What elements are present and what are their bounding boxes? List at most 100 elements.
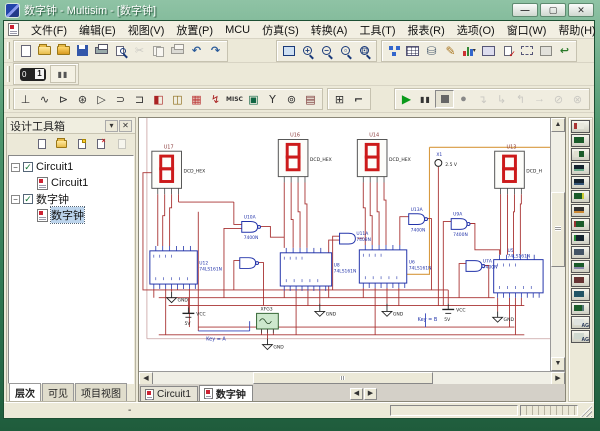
zoom-fit-icon[interactable]: ⊡: [355, 42, 374, 60]
spectrum-analyzer-icon[interactable]: [571, 288, 590, 301]
function-generator-xfg3[interactable]: XFG3: [257, 306, 279, 332]
horizontal-scroll-thumb[interactable]: [253, 372, 433, 384]
gate-unlabeled[interactable]: [240, 258, 259, 269]
tab-label[interactable]: 数字钟: [216, 386, 246, 401]
analog-group-icon[interactable]: ▷: [92, 90, 111, 108]
advanced-peripherals-group-icon[interactable]: ▣: [244, 90, 263, 108]
ic-u8[interactable]: U8 74LS161N: [280, 248, 356, 291]
menu-reports[interactable]: 报表(R): [402, 21, 451, 39]
tree-leaf-circuit1[interactable]: Circuit1: [11, 175, 131, 191]
spreadsheet-view-icon[interactable]: [403, 42, 422, 60]
menu-window[interactable]: 窗口(W): [501, 21, 553, 39]
open-icon[interactable]: [35, 42, 54, 60]
save-document-icon[interactable]: [73, 136, 90, 152]
vertical-scrollbar[interactable]: ▲ ▼: [551, 118, 565, 371]
menu-tools[interactable]: 工具(T): [353, 21, 401, 39]
distortion-analyzer-icon[interactable]: [571, 274, 590, 287]
run-icon[interactable]: ▶: [397, 90, 416, 108]
misc-group-icon[interactable]: MISC: [225, 90, 244, 108]
ttl-group-icon[interactable]: ⊃: [111, 90, 130, 108]
vcc-symbol[interactable]: VCC 5V: [442, 304, 465, 324]
gate-u10a[interactable]: U10A 7400N: [242, 215, 261, 241]
vertical-scroll-thumb[interactable]: [551, 192, 565, 267]
tab-label[interactable]: Circuit1: [157, 389, 191, 400]
minimize-button[interactable]: —: [512, 3, 538, 17]
tree-node-circuit1[interactable]: − ✓ Circuit1: [11, 159, 131, 175]
electromechanical-group-icon[interactable]: ⊚: [282, 90, 301, 108]
step-over-icon[interactable]: ↳: [492, 90, 511, 108]
breadboard-icon[interactable]: [536, 42, 555, 60]
seven-segment-display-u14[interactable]: U14 DCD_HEX: [357, 133, 410, 183]
print-preview-icon[interactable]: [111, 42, 130, 60]
hierarchical-block-icon[interactable]: ⊞: [330, 90, 349, 108]
tab-hierarchy[interactable]: 层次: [9, 383, 41, 401]
ground-symbol[interactable]: GND: [262, 339, 284, 351]
rf-group-icon[interactable]: Y: [263, 90, 282, 108]
gate-u11a[interactable]: U11A 7408N: [340, 231, 371, 244]
menu-place[interactable]: 放置(P): [170, 21, 219, 39]
step-out-icon[interactable]: ↰: [511, 90, 530, 108]
iv-analyzer-icon[interactable]: [571, 260, 590, 273]
checkbox-icon[interactable]: ✓: [23, 194, 33, 204]
logic-analyzer-icon[interactable]: [571, 232, 590, 245]
bus-icon[interactable]: ⌐: [349, 90, 368, 108]
misc-digital-group-icon[interactable]: ◧: [149, 90, 168, 108]
open-document-icon[interactable]: [53, 136, 70, 152]
ground-symbol[interactable]: GND: [167, 292, 189, 304]
new-icon[interactable]: [16, 42, 35, 60]
tree-label[interactable]: 数字钟: [36, 191, 69, 207]
frequency-counter-icon[interactable]: [571, 204, 590, 217]
logic-converter-icon[interactable]: [571, 246, 590, 259]
menu-transfer[interactable]: 转换(A): [305, 21, 354, 39]
new-document-icon[interactable]: [33, 136, 50, 152]
menu-help[interactable]: 帮助(H): [552, 21, 600, 39]
tree-label-selected[interactable]: 数字钟: [51, 207, 84, 223]
pause-switch-icon[interactable]: ▮▮: [50, 65, 76, 83]
toolbar-grip[interactable]: [7, 42, 10, 59]
multimeter-icon[interactable]: [571, 120, 590, 133]
rename-document-icon[interactable]: [113, 136, 130, 152]
grapher-icon[interactable]: ▾: [460, 42, 479, 60]
seven-segment-display-u16[interactable]: U16 DCD_HEX: [278, 133, 331, 183]
function-generator-icon[interactable]: [571, 134, 590, 147]
ic-u6[interactable]: U6 74LS161N: [359, 245, 431, 288]
tab-visibility[interactable]: 可见: [42, 383, 74, 401]
stop-icon[interactable]: [435, 90, 454, 108]
seven-segment-display-u17[interactable]: U17 DCD_HEX: [152, 144, 205, 194]
pause-icon[interactable]: ▮▮: [416, 90, 435, 108]
tab-scroll-right-icon[interactable]: ▶: [364, 388, 377, 400]
tab-project-view[interactable]: 项目视图: [75, 383, 127, 401]
scroll-up-icon[interactable]: ▲: [551, 118, 565, 132]
tree-label[interactable]: Circuit1: [36, 161, 73, 173]
scroll-down-icon[interactable]: ▼: [551, 357, 565, 371]
cut-icon[interactable]: ✂: [130, 42, 149, 60]
menu-view[interactable]: 视图(V): [122, 21, 171, 39]
gate-u9a[interactable]: U9A 7400N: [451, 212, 470, 238]
ic-u12[interactable]: U12 74LS161N: [150, 246, 222, 289]
postprocessor-icon[interactable]: [479, 42, 498, 60]
tree-leaf-clock[interactable]: 数字钟: [11, 207, 131, 223]
basic-group-icon[interactable]: ∿: [35, 90, 54, 108]
gate-u13a[interactable]: U13A 7400N: [409, 207, 428, 233]
toolbar-grip[interactable]: [7, 89, 10, 108]
schematic-canvas[interactable]: U17 DCD_HEX U16: [139, 118, 551, 371]
open-samples-icon[interactable]: [54, 42, 73, 60]
undo-icon[interactable]: ↶: [187, 42, 206, 60]
agilent-oscilloscope-icon[interactable]: AG: [571, 330, 590, 343]
zoom-in-icon[interactable]: +: [298, 42, 317, 60]
tree-node-clock[interactable]: − ✓ 数字钟: [11, 191, 131, 207]
cmos-group-icon[interactable]: ⊐: [130, 90, 149, 108]
design-toolbox-icon[interactable]: [384, 42, 403, 60]
menu-simulate[interactable]: 仿真(S): [256, 21, 305, 39]
four-channel-oscilloscope-icon[interactable]: [571, 176, 590, 189]
save-icon[interactable]: [73, 42, 92, 60]
vcc-symbol[interactable]: VCC 5V: [182, 308, 205, 328]
mcu-group-icon[interactable]: ▤: [301, 90, 320, 108]
restore-button[interactable]: ▢: [540, 3, 566, 17]
database-manager-icon[interactable]: ⛁: [422, 42, 441, 60]
menu-options[interactable]: 选项(O): [451, 21, 501, 39]
toolbar-grip[interactable]: [7, 66, 10, 82]
remove-breakpoint-icon[interactable]: ⊗: [568, 90, 587, 108]
panel-menu-button[interactable]: ▾: [105, 120, 118, 132]
mixed-group-icon[interactable]: ◫: [168, 90, 187, 108]
